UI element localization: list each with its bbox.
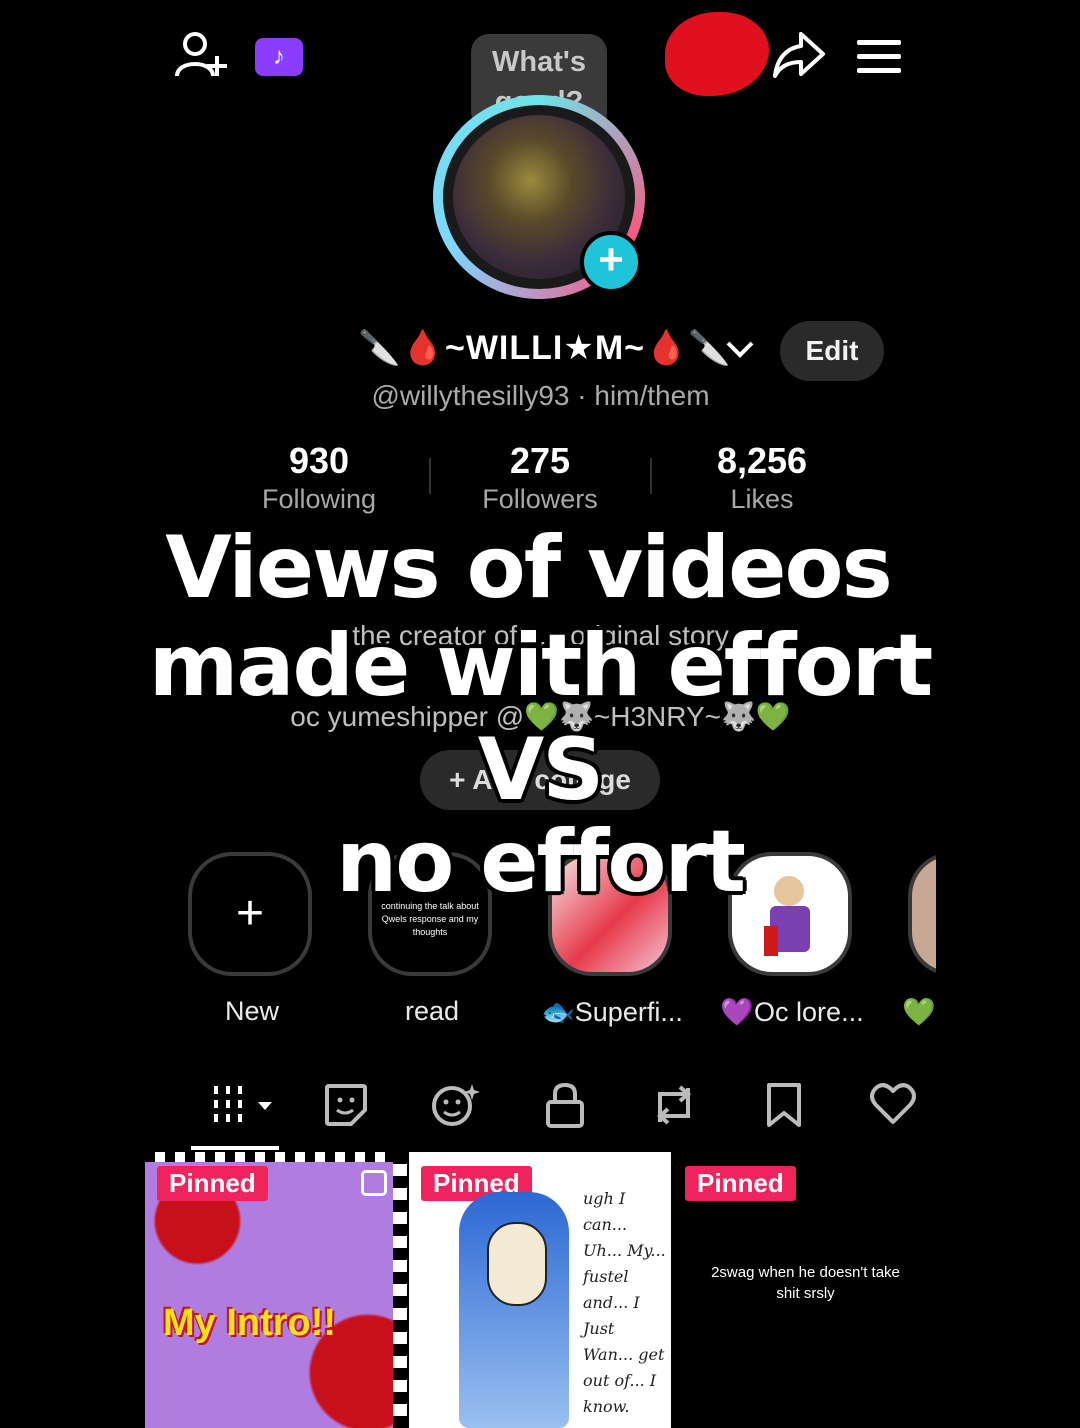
highlight-label: 🐟Superfi... bbox=[541, 997, 683, 1027]
video-title: 2swag when he doesn't take shit srsly bbox=[711, 1264, 900, 1302]
reposts-sticker-icon[interactable] bbox=[323, 1082, 369, 1133]
highlight-label: 💚 bbox=[902, 997, 936, 1027]
pinned-badge: Pinned bbox=[157, 1166, 268, 1201]
active-tab-indicator bbox=[191, 1146, 279, 1150]
overlay-caption-line: VS bbox=[477, 720, 605, 820]
chevron-down-icon[interactable] bbox=[725, 338, 755, 365]
private-lock-icon[interactable] bbox=[545, 1082, 585, 1133]
add-story-plus-icon[interactable]: + bbox=[580, 231, 642, 293]
repost-icon[interactable] bbox=[650, 1082, 698, 1133]
profile-handle: @willythesilly93 · him/them bbox=[371, 380, 710, 411]
overlay-caption-line: Views of videos bbox=[165, 518, 893, 618]
favorites-face-icon[interactable] bbox=[430, 1082, 480, 1133]
video-thumbnail[interactable]: Pinned My Intro!! bbox=[145, 1152, 407, 1428]
edit-button[interactable]: Edit bbox=[780, 321, 884, 381]
video-title: My Intro!! bbox=[163, 1302, 337, 1344]
stat-following[interactable]: 930 Following bbox=[219, 440, 419, 515]
multi-image-icon bbox=[361, 1170, 387, 1196]
liked-heart-icon[interactable] bbox=[870, 1082, 916, 1131]
stat-followers[interactable]: 275 Followers bbox=[440, 440, 640, 515]
stat-number: 930 bbox=[288, 440, 350, 481]
bookmark-icon[interactable] bbox=[765, 1082, 803, 1133]
divider bbox=[650, 458, 652, 494]
stat-label: Followers bbox=[482, 484, 598, 514]
scribbled-out-area bbox=[665, 12, 769, 96]
add-friend-icon[interactable] bbox=[175, 30, 229, 85]
stat-label: Likes bbox=[730, 484, 794, 514]
overlay-caption-line: made with effort bbox=[148, 616, 933, 716]
stat-label: Following bbox=[261, 484, 377, 514]
tiktok-badge-icon[interactable]: ♪ bbox=[255, 38, 303, 76]
divider bbox=[429, 458, 431, 494]
profile-name: 🔪🩸~WILLI★M~🩸🔪 bbox=[358, 329, 732, 367]
menu-icon[interactable] bbox=[857, 38, 901, 79]
highlight-label: New bbox=[224, 996, 279, 1026]
highlight-label: read bbox=[404, 996, 460, 1026]
highlight-label: 💜Oc lore... bbox=[720, 997, 864, 1027]
stat-number: 275 bbox=[509, 440, 571, 481]
video-thumbnail[interactable]: Pinned 2swag when he doesn't take shit s… bbox=[673, 1152, 936, 1428]
share-icon[interactable] bbox=[773, 30, 825, 85]
handwritten-note: ugh I can... Uh... My... fustel and... I… bbox=[583, 1189, 666, 1416]
pinned-badge: Pinned bbox=[685, 1166, 796, 1201]
video-thumbnail[interactable]: Pinned ugh I can... Uh... My... fustel a… bbox=[409, 1152, 671, 1428]
videos-grid-icon[interactable] bbox=[212, 1082, 276, 1133]
stat-likes[interactable]: 8,256 Likes bbox=[662, 440, 862, 515]
overlay-caption-line: no effort bbox=[335, 812, 746, 912]
stat-number: 8,256 bbox=[716, 440, 808, 481]
